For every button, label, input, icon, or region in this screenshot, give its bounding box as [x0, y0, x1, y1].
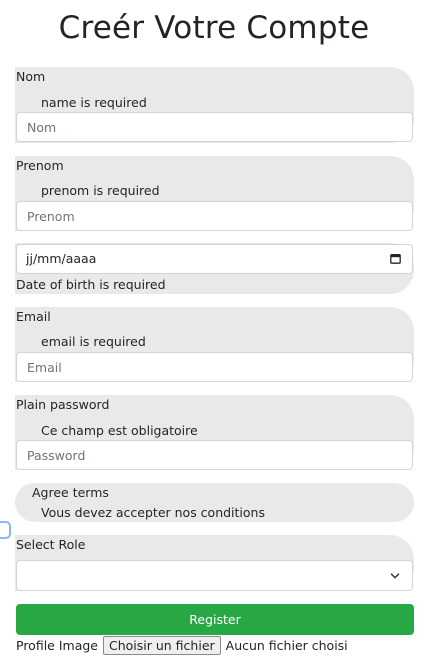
profile-image-row: Profile Image Choisir un fichier Aucun f… — [16, 636, 348, 655]
file-status: Aucun fichier choisi — [225, 638, 348, 653]
prenom-label: Prenom — [16, 158, 64, 173]
choose-file-button[interactable]: Choisir un fichier — [102, 636, 221, 655]
password-input[interactable] — [16, 440, 413, 470]
page-title: Creér Votre Compte — [58, 10, 370, 46]
birth-date-value: jj/mm/aaaa — [26, 251, 97, 266]
birth-error: Date of birth is required — [16, 277, 166, 292]
nom-input[interactable] — [16, 112, 413, 142]
role-label: Select Role — [16, 537, 86, 552]
agree-terms-checkbox[interactable] — [0, 521, 11, 539]
nom-error: name is required — [41, 95, 147, 110]
prenom-error: prenom is required — [41, 183, 160, 198]
calendar-icon[interactable] — [390, 253, 401, 264]
register-button[interactable]: Register — [16, 604, 414, 635]
password-error: Ce champ est obligatoire — [41, 423, 198, 438]
prenom-input[interactable] — [16, 201, 413, 231]
terms-error: Vous devez accepter nos conditions — [41, 505, 265, 520]
terms-label: Agree terms — [32, 485, 109, 500]
email-error: email is required — [41, 334, 146, 349]
role-select[interactable] — [16, 560, 413, 591]
nom-label: Nom — [16, 69, 46, 84]
email-label: Email — [16, 309, 51, 324]
password-label: Plain password — [16, 397, 110, 412]
email-input[interactable] — [16, 352, 413, 382]
profile-image-label: Profile Image — [16, 638, 98, 653]
chevron-down-icon — [390, 573, 400, 579]
